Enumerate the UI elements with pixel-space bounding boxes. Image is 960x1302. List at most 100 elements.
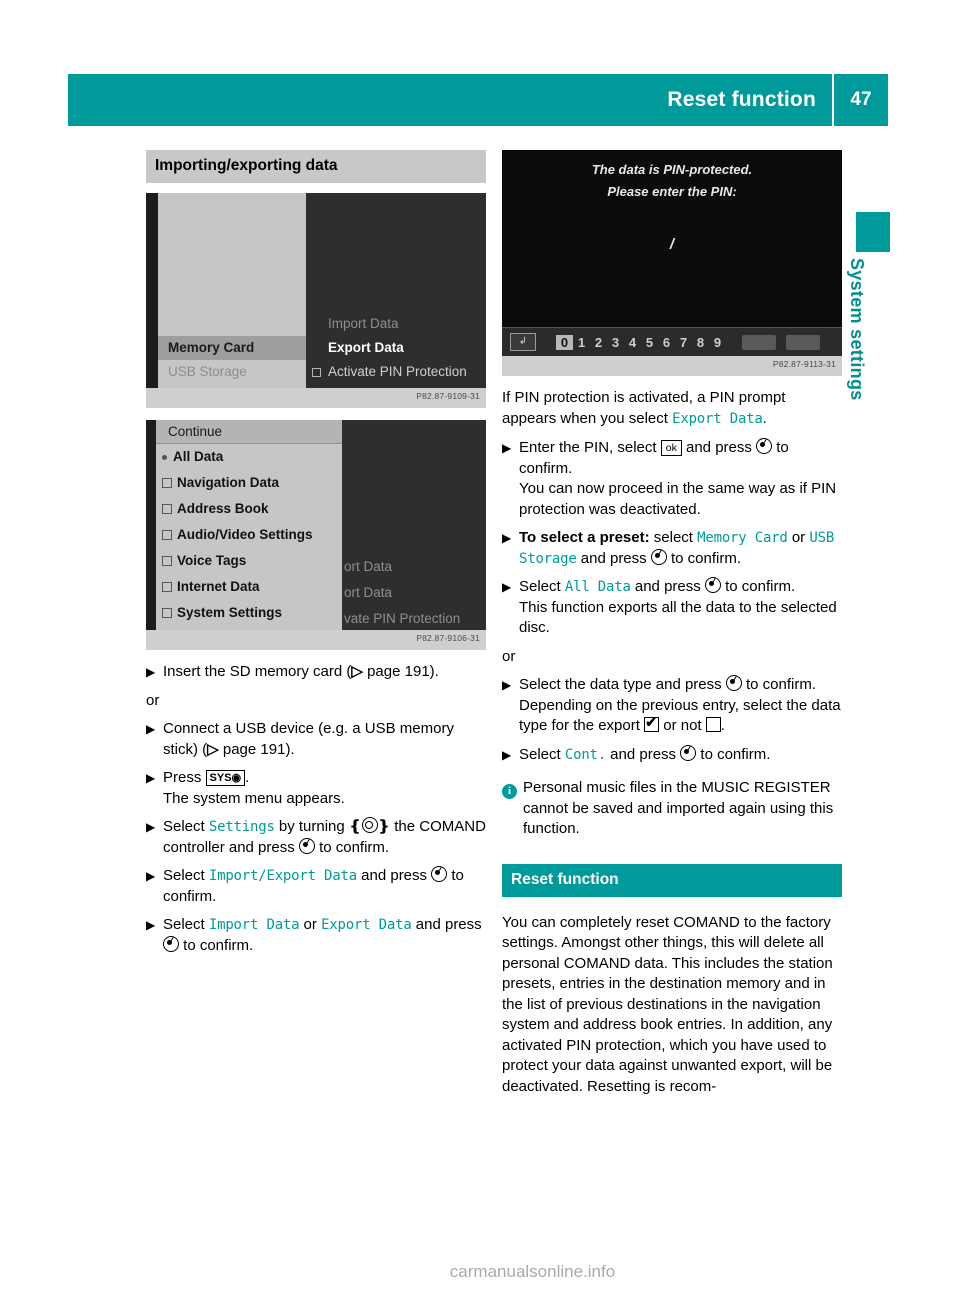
menu-item-activate-pin-protection[interactable]: Activate PIN Protection (312, 360, 467, 384)
command-import-export-data[interactable]: Import/Export Data (209, 868, 357, 884)
command-import-data[interactable]: Import Data (209, 917, 300, 933)
step-text-part: to confirm. (666, 549, 742, 567)
pin-digit-2[interactable]: 2 (590, 335, 607, 350)
step-select-data-type: Select the data type and press to confir… (502, 675, 842, 737)
pin-message-line-1: The data is PIN-protected. (591, 162, 753, 177)
paragraph-text-part: . (762, 409, 767, 427)
sys-button-icon: SYS◉ (205, 770, 246, 786)
pin-digit-0[interactable]: 0 (556, 334, 573, 350)
step-bullet-icon (502, 675, 519, 737)
checkbox-empty-icon (705, 717, 721, 732)
figure-caption-2: P82.87-9106-31 (146, 630, 486, 650)
list-item-label: System Settings (177, 605, 283, 620)
list-item[interactable]: All Data (156, 444, 342, 470)
pin-intro-paragraph: If PIN protection is activated, a PIN pr… (502, 388, 842, 429)
command-export-data[interactable]: Export Data (672, 411, 763, 427)
step-text: Connect a USB device (e.g. a USB memory … (163, 719, 486, 760)
step-bullet-icon (502, 528, 519, 569)
step-text-part: to confirm. (720, 578, 796, 595)
step-text-part: and press (356, 867, 432, 884)
menu-item-memory-card[interactable]: Memory Card (158, 336, 306, 360)
pin-digit-1[interactable]: 1 (573, 335, 590, 350)
pin-digit-7[interactable]: 7 (675, 335, 692, 350)
command-settings[interactable]: Settings (209, 819, 275, 835)
alternative-or-2: or (502, 647, 516, 665)
list-item[interactable]: Internet Data (156, 574, 342, 600)
list-item[interactable]: Navigation Data (156, 470, 342, 496)
checkbox-icon (162, 556, 172, 567)
controller-press-icon (704, 577, 721, 593)
screen-datatype-list: Continue All Data Navigation Data Addres… (156, 420, 342, 630)
step-text-part: Insert the SD memory card ( (163, 663, 352, 680)
menu-item-activate-pin-protection-label: Activate PIN Protection (328, 364, 467, 379)
step-select-import-export-data: Select Import/Export Data and press to c… (146, 866, 486, 907)
step-connect-usb: Connect a USB device (e.g. a USB memory … (146, 719, 486, 760)
figure-caption-code-1: P82.87-9109-31 (416, 391, 480, 401)
turn-right-icon: ❵ (377, 818, 391, 835)
step-select-preset: To select a preset: select Memory Card o… (502, 528, 842, 569)
step-text-part: and press (411, 916, 482, 933)
step-select-import-or-export: Select Import Data or Export Data and pr… (146, 915, 486, 956)
pin-extra-keys (742, 334, 820, 350)
step-bullet-icon (502, 577, 519, 639)
list-item[interactable]: Voice Tags (156, 548, 342, 574)
step-text: Select Import/Export Data and press to c… (163, 866, 486, 907)
step-text-part: select (649, 529, 698, 546)
command-all-data[interactable]: All Data (565, 579, 631, 595)
step-text-part: Press (163, 769, 206, 786)
checkbox-icon (162, 608, 172, 619)
command-export-data[interactable]: Export Data (321, 917, 412, 933)
list-item[interactable]: Audio/Video Settings (156, 522, 342, 548)
figure-caption-code-2: P82.87-9106-31 (416, 633, 480, 643)
step-text-part: . (720, 717, 725, 734)
list-item[interactable]: Address Book (156, 496, 342, 522)
menu-item-continue[interactable]: Continue (156, 420, 342, 444)
step-bullet-icon (146, 915, 163, 956)
radio-dot-icon (162, 454, 167, 460)
left-column: Importing/exporting data Memory Card USB… (146, 150, 486, 964)
screen-source-list: Memory Card USB Storage (158, 193, 306, 388)
back-button-icon[interactable]: ↲ (510, 333, 536, 351)
step-text-part: or (787, 529, 810, 546)
step-bullet-icon (502, 745, 519, 766)
step-text-part: or not (659, 717, 706, 734)
step-text: Enter the PIN, select ok and press to co… (519, 438, 842, 520)
pin-digit-3[interactable]: 3 (607, 335, 624, 350)
pin-digit-5[interactable]: 5 (641, 335, 658, 350)
menu-item-import-data[interactable]: Import Data (328, 312, 399, 336)
ok-button-icon: ok (660, 440, 682, 456)
step-text-part: Select (519, 745, 565, 763)
step-text: Select the data type and press to confir… (519, 675, 842, 737)
info-icon-glyph: i (502, 784, 517, 799)
menu-item-usb-storage[interactable]: USB Storage (158, 360, 306, 384)
alternative-or-1: or (146, 691, 160, 709)
step-select-settings: Select Settings by turning ❴❵ the COMAND… (146, 817, 486, 858)
command-cont[interactable]: Cont. (565, 747, 606, 763)
info-note: i Personal music files in the MUSIC REGI… (502, 778, 842, 840)
pin-digit-4[interactable]: 4 (624, 335, 641, 350)
step-text-part: by turning (274, 818, 349, 835)
controller-press-icon (650, 548, 667, 565)
page-reference[interactable]: page 191 (223, 741, 286, 758)
section-heading-reset-function: Reset function (502, 863, 842, 897)
menu-item-export-data[interactable]: Export Data (328, 336, 404, 360)
pin-input-cursor[interactable]: / (502, 236, 842, 253)
chapter-tab-label: System settings (847, 258, 867, 401)
pin-digit-9[interactable]: 9 (709, 335, 726, 350)
step-text-part: and press (630, 578, 705, 595)
step-bullet-icon (502, 438, 519, 520)
ok-key-icon[interactable] (786, 334, 820, 350)
step-bullet-icon (146, 719, 163, 760)
list-item[interactable]: System Settings (156, 600, 342, 626)
command-memory-card[interactable]: Memory Card (697, 530, 788, 546)
step-result-text: This function exports all the data to th… (519, 598, 837, 637)
background-item-export-data: ort Data (344, 585, 393, 600)
step-press-sys: Press SYS◉. The system menu appears. (146, 768, 486, 809)
pin-digit-6[interactable]: 6 (658, 335, 675, 350)
pin-digit-8[interactable]: 8 (692, 335, 709, 350)
checkbox-icon (162, 530, 172, 541)
page-reference[interactable]: page 191 (367, 663, 430, 680)
figure-caption-code-3: P82.87-9113-31 (772, 359, 836, 369)
delete-key-icon[interactable] (742, 334, 776, 350)
checkbox-icon (162, 582, 172, 593)
